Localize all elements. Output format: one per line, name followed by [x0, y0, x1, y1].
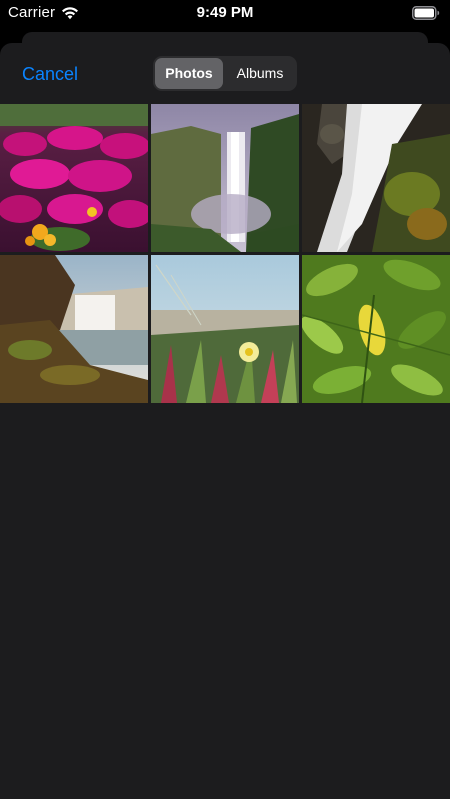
segment-photos[interactable]: Photos [155, 58, 223, 89]
source-segmented-control: Photos Albums [153, 56, 297, 91]
photo-shore-waterfall-image [0, 255, 148, 403]
photo-picker-screen: Carrier 9:49 PM Cancel Photos Albums [0, 0, 450, 799]
photo-grid [0, 104, 450, 404]
photo-thumbnail-pink-flowers[interactable] [0, 104, 148, 252]
photo-thumbnail-beach-flower[interactable] [151, 255, 299, 403]
battery-full-icon [412, 6, 440, 20]
photo-thumbnail-mossy-waterfall[interactable] [302, 104, 450, 252]
photo-valley-waterfall-image [151, 104, 299, 252]
status-bar: Carrier 9:49 PM [0, 0, 450, 26]
nav-bar: Cancel Photos Albums [0, 43, 450, 104]
photo-green-leaves-image [302, 255, 450, 403]
segment-albums[interactable]: Albums [225, 58, 295, 89]
photo-picker-sheet: Cancel Photos Albums [0, 43, 450, 799]
photo-beach-flower-image [151, 255, 299, 403]
photo-thumbnail-shore-waterfall[interactable] [0, 255, 148, 403]
photo-pink-flowers-image [0, 104, 148, 252]
photo-thumbnail-green-leaves[interactable] [302, 255, 450, 403]
photo-thumbnail-valley-waterfall[interactable] [151, 104, 299, 252]
photo-mossy-waterfall-image [302, 104, 450, 252]
status-time: 9:49 PM [196, 4, 254, 21]
cancel-button[interactable]: Cancel [22, 64, 78, 85]
